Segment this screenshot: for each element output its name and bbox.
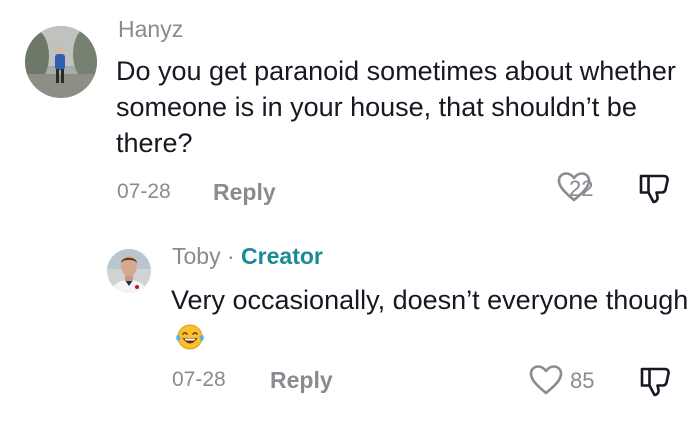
thumbs-down-icon — [639, 174, 669, 204]
laughing-tears-emoji-icon — [176, 324, 204, 350]
comment-text: Do you get paranoid sometimes about whet… — [116, 56, 676, 158]
creator-username[interactable]: Toby — [172, 243, 221, 269]
like-count: 22 — [569, 176, 594, 201]
reply-date: 07-28 — [172, 368, 226, 391]
creator-name-line: Toby · Creator — [172, 243, 323, 270]
creator-badge: Creator — [241, 243, 323, 269]
like-count: 85 — [570, 368, 595, 393]
separator-dot: · — [226, 243, 235, 269]
creator-avatar[interactable] — [107, 249, 151, 293]
like-button[interactable] — [529, 364, 563, 396]
reply-text: Very occasionally, doesn’t everyone thou… — [171, 285, 689, 315]
thumbs-down-icon — [640, 367, 670, 397]
dislike-button[interactable] — [638, 364, 672, 398]
comment-date: 07-28 — [117, 180, 171, 203]
reply-text-container: Very occasionally, doesn’t everyone thou… — [171, 282, 691, 354]
reply-button[interactable]: Reply — [270, 367, 333, 394]
dislike-button[interactable] — [637, 171, 671, 205]
commenter-avatar[interactable] — [25, 26, 97, 98]
reply-button[interactable]: Reply — [213, 179, 276, 206]
heart-icon — [529, 365, 563, 395]
comment-username[interactable]: Hanyz — [118, 16, 183, 43]
